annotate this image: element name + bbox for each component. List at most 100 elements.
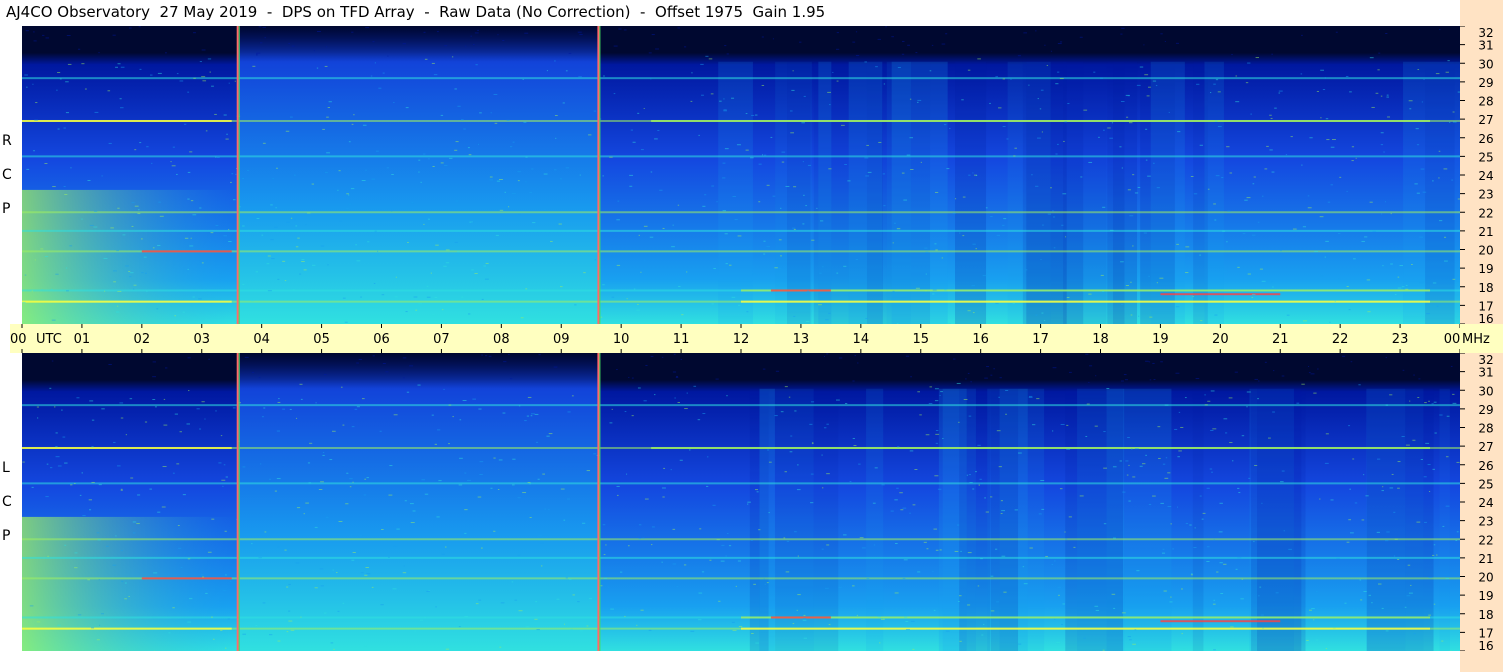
rcp-speckle	[1143, 44, 1145, 46]
rcp-speckle	[522, 78, 524, 80]
lcp-speckle	[586, 625, 589, 627]
rcp-speckle	[454, 88, 457, 90]
lcp-speckle	[1307, 366, 1310, 368]
rcp-speckle	[81, 218, 83, 220]
lcp-speckle	[537, 478, 540, 480]
lcp-speckle	[1174, 428, 1178, 430]
lcp-speckle	[934, 400, 939, 402]
rcp-speckle	[98, 52, 100, 54]
rcp-speckle	[996, 234, 1001, 236]
rcp-speckle	[836, 80, 839, 82]
rcp-speckle	[313, 50, 315, 52]
rcp-column	[1204, 61, 1224, 324]
lcp-speckle	[939, 394, 941, 396]
rcp-speckle	[1377, 69, 1380, 71]
rcp-speckle	[710, 93, 714, 95]
lcp-speckle	[750, 539, 753, 541]
lcp-speckle	[1455, 539, 1458, 541]
lcp-column	[1439, 388, 1450, 651]
lcp-speckle	[180, 567, 183, 569]
rcp-speckle	[722, 162, 726, 164]
rcp-speckle	[131, 225, 134, 227]
lcp-freq-tick-label: 25	[1478, 477, 1493, 491]
rcp-speckle	[512, 193, 516, 195]
rcp-speckle	[1127, 95, 1130, 97]
lcp-speckle	[616, 485, 620, 487]
lcp-speckle	[1248, 477, 1251, 479]
rcp-speckle	[941, 43, 946, 45]
lcp-speckle	[1073, 546, 1076, 548]
time-tick-label: 06	[373, 332, 390, 347]
lcp-speckle	[459, 419, 462, 421]
time-tick-label: 02	[134, 332, 151, 347]
rcp-speckle	[967, 310, 971, 312]
lcp-band-segment	[22, 627, 232, 630]
lcp-speckle	[566, 498, 571, 500]
rcp-speckle	[495, 234, 499, 236]
lcp-speckle	[309, 442, 313, 444]
lcp-speckle	[478, 408, 482, 410]
rcp-speckle	[158, 201, 161, 203]
rcp-speckle	[636, 309, 640, 311]
rcp-speckle	[1168, 111, 1170, 113]
lcp-speckle	[1413, 374, 1415, 376]
lcp-speckle	[1281, 375, 1285, 377]
lcp-speckle	[1201, 518, 1204, 520]
lcp-speckle	[263, 407, 266, 409]
lcp-speckle	[62, 436, 66, 438]
rcp-speckle	[644, 259, 646, 261]
rcp-speckle	[968, 174, 971, 176]
lcp-speckle	[174, 413, 179, 415]
lcp-speckle	[305, 502, 309, 504]
lcp-speckle	[289, 408, 292, 410]
lcp-speckle	[359, 535, 363, 537]
lcp-speckle	[389, 465, 393, 467]
lcp-speckle	[61, 409, 63, 411]
rcp-speckle	[945, 33, 948, 35]
lcp-speckle	[1220, 593, 1224, 595]
lcp-speckle	[698, 619, 702, 621]
lcp-speckle	[996, 601, 999, 603]
lcp-speckle	[393, 414, 398, 416]
rcp-speckle	[1414, 183, 1418, 185]
rcp-speckle	[507, 206, 510, 208]
rcp-speckle	[189, 151, 193, 153]
lcp-speckle	[958, 600, 960, 602]
lcp-speckle	[96, 532, 100, 534]
rcp-speckle	[734, 219, 738, 221]
lcp-speckle	[1229, 442, 1233, 444]
lcp-column	[1366, 388, 1434, 651]
lcp-speckle	[55, 446, 58, 448]
rcp-speckle	[440, 162, 444, 164]
lcp-speckle	[755, 489, 759, 491]
lcp-speckle	[1204, 394, 1206, 396]
rcp-speckle	[261, 234, 264, 236]
rcp-speckle	[954, 198, 957, 200]
lcp-speckle	[912, 648, 915, 650]
lcp-speckle	[91, 627, 95, 629]
lcp-speckle	[859, 537, 864, 539]
lcp-speckle	[640, 609, 644, 611]
rcp-speckle	[1235, 101, 1240, 103]
lcp-speckle	[996, 430, 1001, 432]
rcp-speckle	[460, 119, 464, 121]
rcp-speckle	[44, 256, 49, 258]
lcp-speckle	[600, 585, 603, 587]
lcp-speckle	[1190, 574, 1193, 576]
rcp-speckle	[1223, 270, 1228, 272]
lcp-speckle	[1288, 548, 1292, 550]
rcp-speckle	[1394, 293, 1397, 295]
right-axis-mid: MHz	[1460, 324, 1503, 353]
lcp-speckle	[186, 423, 190, 425]
lcp-speckle	[1132, 643, 1136, 645]
lcp-speckle	[1023, 583, 1028, 585]
lcp-speckle	[1230, 626, 1234, 628]
lcp-speckle	[702, 413, 706, 415]
lcp-speckle	[998, 466, 1002, 468]
rcp-speckle	[780, 207, 782, 209]
rcp-speckle	[1416, 144, 1420, 146]
rcp-speckle	[1132, 245, 1134, 247]
lcp-speckle	[220, 630, 223, 632]
lcp-speckle	[672, 371, 677, 373]
lcp-speckle	[809, 423, 813, 425]
